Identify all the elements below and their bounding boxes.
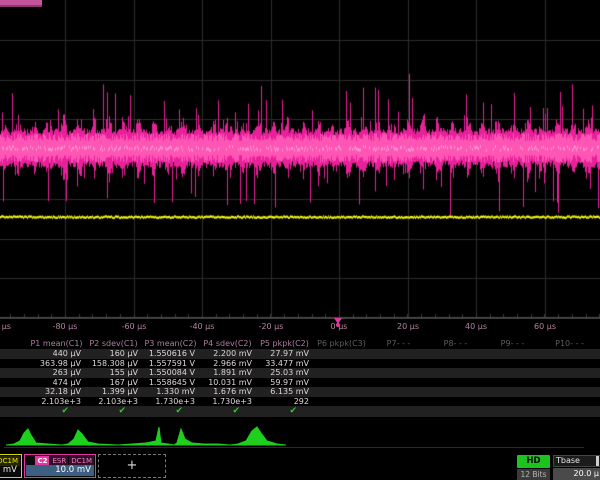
status-check-icon: ✔ xyxy=(142,407,199,416)
measurement-row: 440 µV160 µV1.550616 V2.200 mV27.97 mV xyxy=(0,349,600,359)
measurement-value: 1.550084 V xyxy=(142,368,199,377)
measurement-header[interactable]: P9- - - xyxy=(484,339,541,348)
time-axis-label: -80 µs xyxy=(53,322,78,331)
measurement-value: 2.200 mV xyxy=(199,349,256,358)
measurement-header[interactable]: P4 sdev(C2) xyxy=(199,339,256,348)
histicon-shape xyxy=(62,430,118,445)
plus-icon: + xyxy=(127,458,138,473)
measurement-header[interactable]: P7- - - xyxy=(370,339,427,348)
measurement-header[interactable]: P5 pkpk(C2) xyxy=(256,339,313,348)
hd-bits-label: 12 Bits xyxy=(517,469,550,480)
measurement-value: 1.730e+3 xyxy=(142,397,199,406)
histicon-shape xyxy=(230,427,286,445)
measurement-value: 363.98 µV xyxy=(28,359,85,368)
channel-c1-descriptor[interactable]: DC1M 0 mV xyxy=(0,454,22,478)
measurement-row: 32.18 µV1.399 µV1.330 mV1.676 mV6.135 mV xyxy=(0,387,600,397)
measurement-value: 2.103e+3 xyxy=(85,397,142,406)
measurement-value: 1.557591 V xyxy=(142,359,199,368)
time-axis-label: 40 µs xyxy=(465,322,487,331)
status-check-icon: ✔ xyxy=(256,407,313,416)
measurement-value: 1.550616 V xyxy=(142,349,199,358)
add-trace-button[interactable]: + xyxy=(98,454,166,478)
measurement-value: 292 xyxy=(256,397,313,406)
measurement-value: 263 µV xyxy=(28,368,85,377)
measurement-value: 1.558645 V xyxy=(142,378,199,387)
trace-label-fragment[interactable] xyxy=(0,0,42,7)
oscilloscope-screen: -100 µs-80 µs-60 µs-40 µs-20 µs0 µs20 µs… xyxy=(0,0,600,480)
time-axis: -100 µs-80 µs-60 µs-40 µs-20 µs0 µs20 µs… xyxy=(0,318,600,336)
measurement-value: 1.330 mV xyxy=(142,387,199,396)
measurement-value: 59.97 mV xyxy=(256,378,313,387)
channel-c2-descriptor[interactable]: C2 ESR DC1M 10.0 mV xyxy=(24,454,96,478)
c2-scale-value: 10.0 mV xyxy=(26,465,94,476)
measurement-value: 160 µV xyxy=(85,349,142,358)
measurement-value: 1.730e+3 xyxy=(199,397,256,406)
histicon-chart[interactable] xyxy=(174,424,230,448)
time-axis-label: -60 µs xyxy=(122,322,147,331)
measurement-value: 167 µV xyxy=(85,378,142,387)
measurement-value: 440 µV xyxy=(28,349,85,358)
histicon-shape xyxy=(118,427,174,445)
measurement-header[interactable]: P3 mean(C2) xyxy=(142,339,199,348)
histicon-shape xyxy=(174,429,230,445)
measurement-value: 474 µV xyxy=(28,378,85,387)
time-axis-label: 60 µs xyxy=(534,322,556,331)
histicon-chart[interactable] xyxy=(62,424,118,448)
measurement-value: 1.676 mV xyxy=(199,387,256,396)
time-axis-label: -20 µs xyxy=(259,322,284,331)
measurement-header-row: P1 mean(C1)P2 sdev(C1)P3 mean(C2)P4 sdev… xyxy=(0,338,600,349)
measurement-value: 1.891 mV xyxy=(199,368,256,377)
measurement-value: 10.031 mV xyxy=(199,378,256,387)
status-check-icon: ✔ xyxy=(85,407,142,416)
histicon-chart[interactable] xyxy=(6,424,62,448)
histicon-chart[interactable] xyxy=(118,424,174,448)
time-axis-label: 20 µs xyxy=(397,322,419,331)
bottom-bar: DC1M 0 mV C2 ESR DC1M 10.0 mV + HD 12 Bi… xyxy=(0,453,600,480)
status-check-icon: ✔ xyxy=(199,407,256,416)
measurement-row: 363.98 µV158.308 µV1.557591 V2.966 mV33.… xyxy=(0,359,600,369)
measurement-row: 2.103e+32.103e+31.730e+31.730e+3292 xyxy=(0,397,600,407)
measurement-value: 27.97 mV xyxy=(256,349,313,358)
timebase-title: Tbase xyxy=(553,455,600,467)
waveform-canvas[interactable] xyxy=(0,0,600,318)
measurement-value: 33.477 mV xyxy=(256,359,313,368)
measurement-value: 1.399 µV xyxy=(85,387,142,396)
measurement-value: 6.135 mV xyxy=(256,387,313,396)
time-axis-label: -40 µs xyxy=(190,322,215,331)
measurement-row: 474 µV167 µV1.558645 V10.031 mV59.97 mV xyxy=(0,378,600,388)
histicon-row xyxy=(0,424,600,452)
timebase-descriptor[interactable]: Tbase 20.0 µ xyxy=(553,455,600,480)
measurement-value: 2.103e+3 xyxy=(28,397,85,406)
measurement-header[interactable]: P10- - - xyxy=(541,339,598,348)
measurement-header[interactable]: P2 sdev(C1) xyxy=(85,339,142,348)
measurement-header[interactable]: P1 mean(C1) xyxy=(28,339,85,348)
measurement-row: 263 µV155 µV1.550084 V1.891 mV25.03 mV xyxy=(0,368,600,378)
measurement-value: 158.308 µV xyxy=(85,359,142,368)
measurement-value: 155 µV xyxy=(85,368,142,377)
status-check-icon: ✔ xyxy=(28,407,85,416)
measurement-header[interactable]: P6 pkpk(C3) xyxy=(313,339,370,348)
timebase-divider xyxy=(596,456,599,466)
hd-mode-badge[interactable]: HD xyxy=(517,455,550,468)
waveform-grid[interactable] xyxy=(0,0,600,318)
measurement-table: P1 mean(C1)P2 sdev(C1)P3 mean(C2)P4 sdev… xyxy=(0,338,600,422)
measurement-value: 32.18 µV xyxy=(28,387,85,396)
c1-scale-value: 0 mV xyxy=(0,465,20,476)
measurement-status-row: ✔✔✔✔✔ xyxy=(0,406,600,417)
timebase-value: 20.0 µ xyxy=(553,468,600,480)
histicon-shape xyxy=(6,429,62,445)
time-axis-label: -100 µs xyxy=(0,322,11,331)
trigger-position-marker-icon[interactable] xyxy=(334,318,342,324)
histicon-chart[interactable] xyxy=(230,424,286,448)
measurement-header[interactable]: P8- - - xyxy=(427,339,484,348)
measurement-value: 2.966 mV xyxy=(199,359,256,368)
measurement-value: 25.03 mV xyxy=(256,368,313,377)
